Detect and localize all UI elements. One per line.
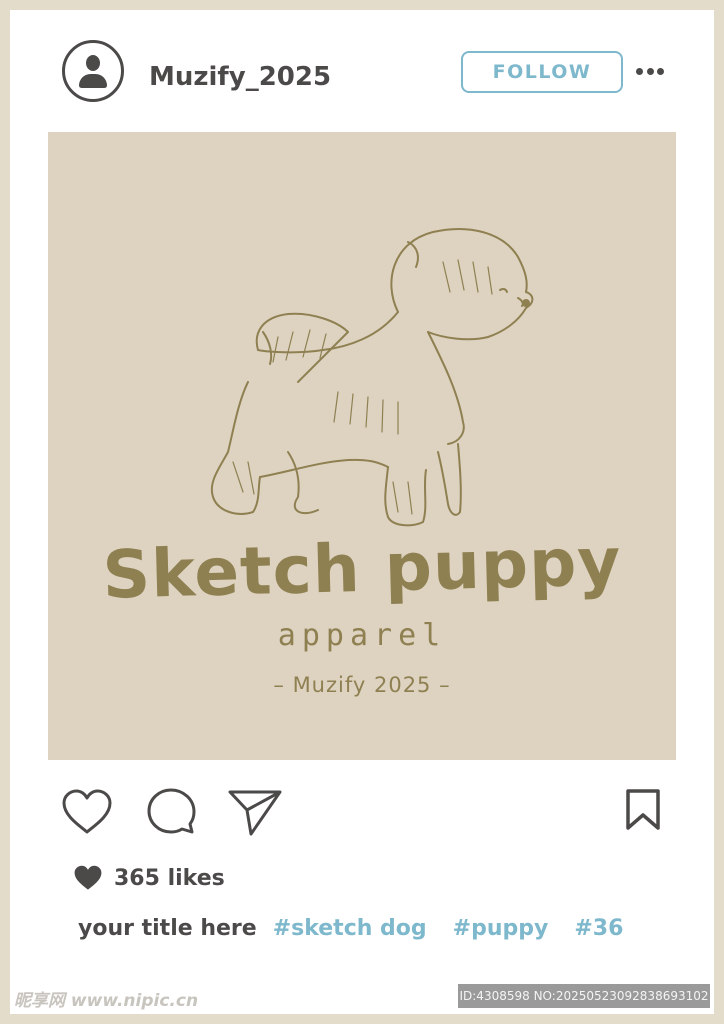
avatar-head: [86, 55, 100, 71]
avatar[interactable]: [62, 40, 124, 102]
watermark-id: ID:4308598 NO:20250523092838693102: [458, 984, 710, 1008]
hashtag-link[interactable]: #sketch dog: [273, 916, 427, 941]
dog-sketch-illustration: [210, 228, 534, 527]
likes-text: 365 likes: [114, 865, 225, 891]
hashtag-link[interactable]: #36: [574, 916, 623, 941]
follow-button[interactable]: FOLLOW: [461, 51, 623, 93]
caption-title: your title here: [78, 915, 257, 941]
likes-count[interactable]: 365 likes: [72, 862, 225, 894]
share-paper-plane-icon[interactable]: [227, 788, 283, 842]
filled-heart-icon: [74, 865, 102, 890]
like-heart-icon[interactable]: [60, 788, 114, 840]
username[interactable]: Muzify_2025: [149, 62, 331, 92]
brand-title: Sketch puppy: [101, 523, 623, 614]
comment-bubble-icon[interactable]: [145, 786, 197, 842]
more-options-icon[interactable]: [636, 65, 664, 77]
post-image[interactable]: Sketch puppy apparel – Muzify 2025 –: [48, 132, 676, 760]
brand-subtitle: apparel: [277, 618, 447, 653]
post-card: Muzify_2025 FOLLOW Sketch puppy apparel …: [10, 10, 714, 1014]
brand-credit: – Muzify 2025 –: [273, 673, 451, 697]
caption: your title here #sketch dog #puppy #36: [78, 912, 649, 944]
watermark-site: 昵享网 www.nipic.cn: [14, 991, 199, 1011]
hashtag-link[interactable]: #puppy: [453, 916, 549, 941]
bookmark-icon[interactable]: [623, 788, 663, 836]
avatar-shoulders: [79, 74, 107, 88]
